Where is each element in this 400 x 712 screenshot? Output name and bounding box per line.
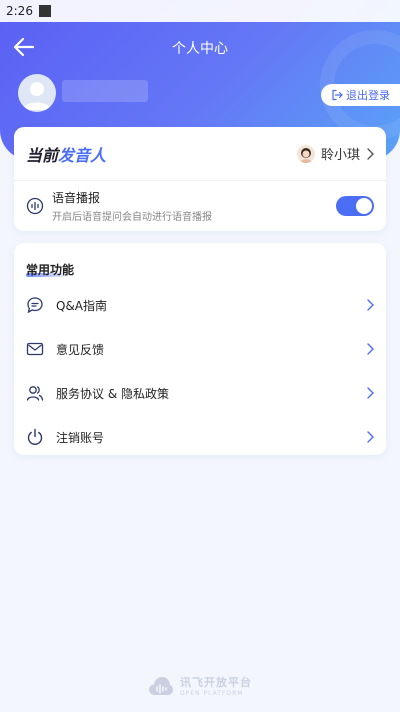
- chevron-right-icon: [367, 343, 374, 355]
- power-icon: [27, 428, 43, 445]
- speaker-avatar: [296, 144, 315, 163]
- logout-icon: [332, 89, 343, 101]
- status-time: 2:26: [6, 4, 33, 18]
- voice-broadcast-row: 语音播报 开启后语音提问会自动进行语音播报: [14, 181, 386, 231]
- chevron-right-icon: [367, 299, 374, 311]
- chat-bubble-icon: [27, 297, 43, 314]
- speaker-portrait-icon: [299, 147, 312, 163]
- chevron-right-icon: [367, 387, 374, 399]
- function-label: 意见反馈: [56, 342, 105, 357]
- speaker-title-accent: 发音人: [58, 145, 107, 165]
- mail-icon: [26, 342, 44, 356]
- footer-sub: OPEN PLATFORM: [180, 690, 244, 697]
- speaker-title-prefix: 当前: [26, 145, 59, 165]
- logout-button[interactable]: 退出登录: [321, 84, 400, 106]
- function-item-qa[interactable]: Q&A指南: [14, 283, 386, 327]
- footer-brand: 讯飞开放平台: [180, 676, 252, 689]
- page-title: 个人中心: [172, 41, 228, 57]
- functions-title-text: 常用功能: [26, 263, 75, 277]
- status-bar: 2:26: [0, 0, 400, 22]
- voice-wave-icon: [26, 197, 44, 215]
- chevron-right-icon: [367, 147, 374, 160]
- cloud-logo-icon: [149, 676, 173, 695]
- voice-broadcast-description: 开启后语音提问会自动进行语音播报: [52, 212, 212, 223]
- function-item-agreement[interactable]: 服务协议 & 隐私政策: [14, 371, 386, 415]
- chevron-right-icon: [367, 431, 374, 443]
- username-placeholder: [62, 80, 148, 102]
- users-icon: [26, 386, 44, 401]
- speaker-name: 聆小琪: [320, 148, 360, 163]
- functions-title: 常用功能: [14, 243, 386, 283]
- speaker-card: 当前 发音人 聆小琪 语音播报 开启后语音提问会自动进行语音播报: [14, 127, 386, 231]
- voice-broadcast-label: 语音播报: [52, 191, 101, 205]
- current-speaker-row[interactable]: 当前 发音人 聆小琪: [14, 127, 386, 181]
- footer-logo: 讯飞开放平台 OPEN PLATFORM: [0, 674, 400, 697]
- function-label: 注销账号: [56, 430, 105, 445]
- function-item-cancel-account[interactable]: 注销账号: [14, 415, 386, 459]
- notification-icon: [38, 5, 51, 17]
- logout-label: 退出登录: [346, 89, 390, 102]
- function-item-feedback[interactable]: 意见反馈: [14, 327, 386, 371]
- function-label: 服务协议 & 隐私政策: [56, 386, 169, 401]
- user-avatar[interactable]: [18, 74, 56, 112]
- speaker-title: 当前 发音人: [26, 142, 106, 166]
- person-icon: [23, 82, 51, 110]
- toggle-knob: [356, 198, 372, 214]
- speaker-selector[interactable]: 聆小琪: [296, 144, 374, 163]
- voice-broadcast-toggle[interactable]: [336, 196, 374, 216]
- function-label: Q&A指南: [56, 298, 108, 313]
- functions-card: 常用功能 Q&A指南 意见反馈 服务协议 & 隐私政策 注销账号: [14, 243, 386, 455]
